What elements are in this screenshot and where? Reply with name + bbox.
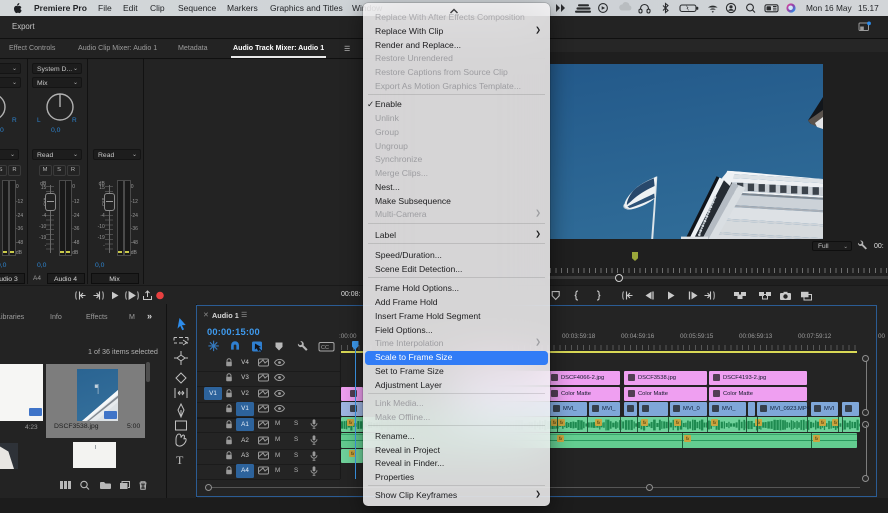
svg-text:CC: CC (321, 345, 329, 351)
svg-text:T: T (176, 453, 184, 467)
